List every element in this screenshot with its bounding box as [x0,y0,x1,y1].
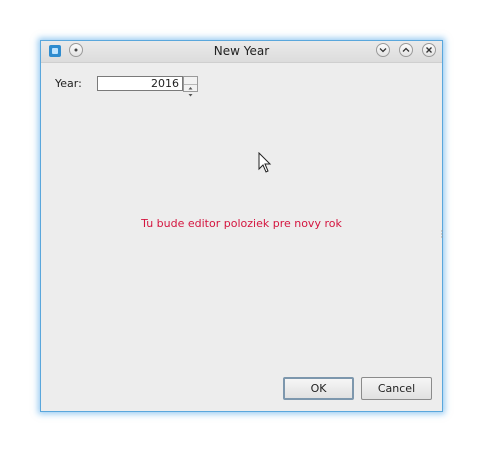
title-bar[interactable]: New Year [41,41,442,63]
resize-grip[interactable] [441,224,443,238]
year-spinner-input[interactable]: 2016 [97,76,183,91]
cancel-button[interactable]: Cancel [361,377,432,400]
chevron-up-icon [402,47,410,52]
close-icon [426,47,432,53]
year-label: Year: [55,77,82,90]
dialog-window: New Year Year: 2016 Tu bude editor poloz… [40,40,443,412]
grip-icon [441,230,443,238]
ok-button[interactable]: OK [283,377,354,400]
triangle-down-icon [188,94,193,97]
year-spinner [183,76,198,97]
minimize-button[interactable] [376,43,390,57]
mouse-cursor-icon [258,152,272,173]
placeholder-message: Tu bude editor poloziek pre novy rok [141,217,342,230]
close-button[interactable] [422,43,436,57]
spinner-down-button[interactable] [184,84,197,97]
chevron-down-icon [379,48,387,53]
maximize-button[interactable] [399,43,413,57]
